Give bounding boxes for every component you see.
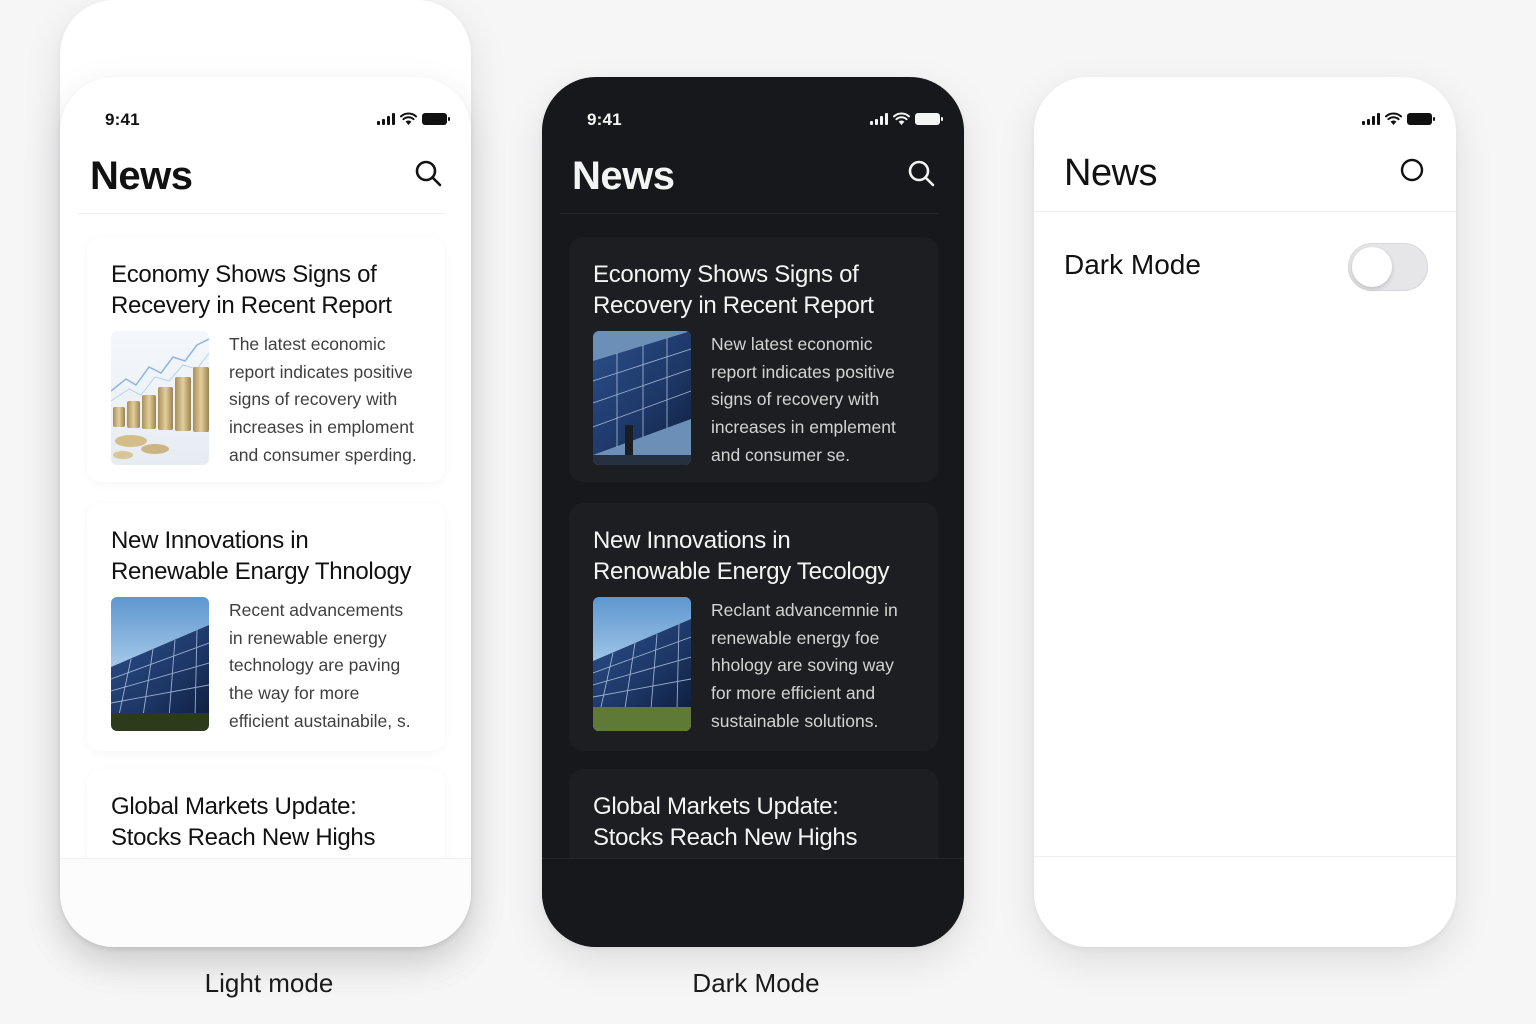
article-image bbox=[593, 597, 691, 731]
article-card[interactable]: Global Markets Update: Stocks Reach New … bbox=[87, 769, 445, 869]
status-bar: 9:41 bbox=[60, 108, 471, 132]
search-button[interactable] bbox=[413, 158, 445, 190]
app-header: News bbox=[542, 148, 964, 214]
tab-bar bbox=[1034, 856, 1456, 947]
article-image bbox=[111, 331, 209, 465]
status-bar bbox=[1034, 108, 1456, 132]
article-card[interactable]: Global Markets Update: Stocks Reach New … bbox=[569, 769, 938, 869]
dark-mode-setting: Dark Mode bbox=[1064, 243, 1428, 291]
article-summary: Reclant advancemnie in renewable energy … bbox=[711, 600, 898, 731]
wifi-icon bbox=[1385, 112, 1402, 125]
status-time: 9:41 bbox=[105, 110, 140, 129]
search-button[interactable] bbox=[906, 158, 938, 190]
circle-icon bbox=[1400, 158, 1424, 182]
search-icon bbox=[415, 160, 442, 187]
status-time: 9:41 bbox=[587, 110, 622, 129]
search-icon bbox=[908, 160, 935, 187]
app-header: News bbox=[60, 148, 471, 214]
dark-mode-screen: 9:41 News Economy Shows Signs of Recover… bbox=[542, 77, 964, 947]
settings-screen: News Dark Mode bbox=[1034, 77, 1456, 947]
article-card[interactable]: New Innovations in Renewable Enargy Thno… bbox=[87, 503, 445, 751]
article-card[interactable]: Economy Shows Signs of Recevery in Recen… bbox=[87, 237, 445, 482]
article-summary: The latest economic report indicates pos… bbox=[229, 334, 417, 465]
article-summary: New latest economic report indicates pos… bbox=[711, 334, 896, 465]
article-card[interactable]: New Innovations in Renowable Energy Teco… bbox=[569, 503, 938, 751]
page-title: News bbox=[572, 154, 675, 198]
light-mode-screen: 9:41 News Economy Shows Signs of Recever… bbox=[60, 77, 471, 947]
article-image bbox=[593, 331, 691, 465]
wifi-icon bbox=[893, 112, 910, 125]
cellular-signal-icon bbox=[1362, 112, 1380, 125]
header-divider bbox=[78, 213, 445, 214]
tab-bar bbox=[60, 858, 471, 947]
article-headline: Economy Shows Signs of Recevery in Recen… bbox=[111, 261, 392, 319]
circle-button[interactable] bbox=[1398, 156, 1430, 188]
dark-mode-label: Dark Mode bbox=[1064, 249, 1201, 280]
cellular-signal-icon bbox=[870, 112, 888, 125]
article-headline: New Innovations in Renowable Energy Teco… bbox=[593, 527, 890, 585]
page-title: News bbox=[1064, 152, 1158, 194]
tab-bar bbox=[542, 858, 964, 947]
article-summary: Recent advancements in renewable energy … bbox=[229, 600, 411, 731]
battery-icon bbox=[915, 112, 943, 125]
dark-mode-caption: Dark Mode bbox=[692, 968, 820, 998]
article-image bbox=[111, 597, 209, 731]
cellular-signal-icon bbox=[377, 112, 395, 125]
page-title: News bbox=[90, 154, 193, 198]
header-divider bbox=[1034, 211, 1456, 212]
toggle-knob bbox=[1352, 247, 1392, 287]
article-headline: Economy Shows Signs of Recovery in Recen… bbox=[593, 261, 874, 319]
article-headline: New Innovations in Renewable Enargy Thno… bbox=[111, 527, 412, 585]
wifi-icon bbox=[400, 112, 417, 125]
app-header: News bbox=[1034, 146, 1456, 212]
light-mode-caption: Light mode bbox=[204, 968, 334, 998]
dark-mode-toggle[interactable] bbox=[1348, 243, 1428, 291]
article-headline: Global Markets Update: Stocks Reach New … bbox=[111, 793, 376, 851]
battery-icon bbox=[422, 112, 450, 125]
header-divider bbox=[560, 213, 938, 214]
article-headline: Global Markets Update: Stocks Reach New … bbox=[593, 793, 858, 851]
battery-icon bbox=[1407, 112, 1435, 125]
status-bar: 9:41 bbox=[542, 108, 964, 132]
article-card[interactable]: Economy Shows Signs of Recovery in Recen… bbox=[569, 237, 938, 482]
